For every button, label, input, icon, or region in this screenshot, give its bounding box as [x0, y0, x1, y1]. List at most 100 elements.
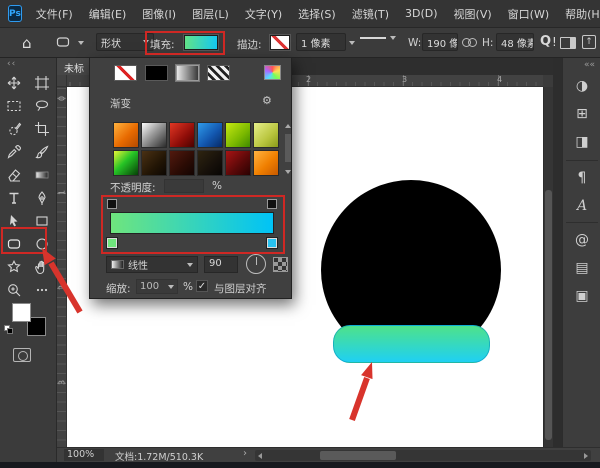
home-icon[interactable]: ⌂: [22, 34, 32, 52]
gradient-swatch[interactable]: [141, 150, 167, 176]
gradient-swatch[interactable]: [225, 122, 251, 148]
menu-select[interactable]: 选择(S): [290, 6, 344, 22]
gradient-swatch[interactable]: [197, 150, 223, 176]
color-stop-end[interactable]: [267, 238, 277, 248]
move-tool-icon[interactable]: [0, 71, 28, 94]
gradient-swatch[interactable]: [253, 150, 279, 176]
ellipse-tool-icon[interactable]: [28, 232, 56, 255]
align-with-layer-checkbox[interactable]: ✓: [196, 280, 208, 292]
angle-dial-icon[interactable]: [246, 254, 266, 274]
brush-tool-icon[interactable]: [28, 140, 56, 163]
properties-panel-icon[interactable]: ▤: [570, 256, 594, 280]
horizontal-scrollbar[interactable]: [255, 450, 591, 461]
hand-tool-icon[interactable]: [28, 255, 56, 278]
gradient-swatch[interactable]: [197, 122, 223, 148]
export-icon[interactable]: ↑: [582, 35, 596, 49]
menu-3d[interactable]: 3D(D): [397, 7, 446, 20]
menu-file[interactable]: 文件(F): [28, 6, 81, 22]
color-picker-button[interactable]: [264, 65, 281, 80]
swatch-scrollbar-thumb[interactable]: [285, 134, 291, 162]
default-colors-icon[interactable]: [4, 325, 14, 335]
gradient-swatch[interactable]: [253, 122, 279, 148]
vertical-ruler[interactable]: [57, 87, 67, 447]
menu-view[interactable]: 视图(V): [446, 6, 500, 22]
rounded-rectangle-tool-icon[interactable]: [0, 232, 28, 255]
gradient-type-dropdown[interactable]: 线性: [106, 256, 198, 273]
type-tool-icon[interactable]: [0, 186, 28, 209]
rectangle-tool-icon[interactable]: [28, 209, 56, 232]
stroke-width-caret-icon[interactable]: [349, 41, 355, 45]
menu-edit[interactable]: 编辑(E): [81, 6, 135, 22]
toolbar-collapse-icon[interactable]: ‹‹: [7, 59, 16, 69]
gear-icon[interactable]: ⚙: [262, 94, 272, 107]
quick-mask-icon[interactable]: [13, 348, 31, 362]
paragraph-panel-icon[interactable]: ¶: [570, 166, 594, 190]
frame-tool-icon[interactable]: [28, 71, 56, 94]
character-styles-panel-icon[interactable]: A: [570, 194, 594, 218]
path-select-tool-icon[interactable]: [0, 209, 28, 232]
marquee-tool-icon[interactable]: [0, 94, 28, 117]
menu-window[interactable]: 窗口(W): [500, 6, 557, 22]
gradient-swatch[interactable]: [113, 122, 139, 148]
gradient-swatch[interactable]: [225, 150, 251, 176]
opacity-stop-end[interactable]: [267, 199, 277, 209]
menu-type[interactable]: 文字(Y): [237, 6, 290, 22]
gradient-swatch[interactable]: [169, 122, 195, 148]
status-chevron-icon[interactable]: ›: [243, 448, 247, 459]
info-panel-icon[interactable]: ▣: [570, 284, 594, 308]
tool-mode-dropdown[interactable]: 形状: [96, 33, 154, 51]
horizontal-scrollbar-thumb[interactable]: [320, 451, 396, 460]
gradient-swatch[interactable]: [113, 150, 139, 176]
gradient-swatch[interactable]: [169, 150, 195, 176]
gradient-swatch[interactable]: [141, 122, 167, 148]
scroll-down-icon[interactable]: [285, 170, 291, 174]
width-field[interactable]: 190 像素: [422, 33, 458, 51]
swatch-scrollbar[interactable]: [284, 122, 292, 176]
fill-swatch[interactable]: [184, 35, 218, 50]
menu-filter[interactable]: 滤镜(T): [344, 6, 397, 22]
scroll-up-icon[interactable]: [285, 124, 291, 128]
stroke-width-field[interactable]: 1 像素: [296, 33, 346, 51]
stroke-style-dropdown[interactable]: [360, 36, 396, 40]
search-icon[interactable]: Q: [540, 34, 551, 49]
vertical-scrollbar-thumb[interactable]: [545, 190, 552, 440]
pen-tool-icon[interactable]: [28, 186, 56, 209]
libraries-panel-icon[interactable]: @: [570, 228, 594, 252]
dock-collapse-icon[interactable]: ««: [584, 60, 595, 70]
menu-layer[interactable]: 图层(L): [184, 6, 237, 22]
gradient-editor-bar[interactable]: [110, 212, 274, 234]
eyedropper-tool-icon[interactable]: [0, 140, 28, 163]
tool-preset-caret-icon[interactable]: [78, 41, 84, 45]
fill-solid-button[interactable]: [145, 65, 168, 81]
gradients-panel-icon[interactable]: ◨: [570, 130, 594, 154]
zoom-level-field[interactable]: 100%: [64, 449, 104, 461]
menu-help[interactable]: 帮助(H): [557, 6, 600, 22]
tool-preset-icon[interactable]: [55, 34, 71, 50]
vertical-scrollbar[interactable]: [543, 87, 553, 447]
scroll-right-icon[interactable]: [584, 453, 588, 459]
color-panel-icon[interactable]: ◑: [570, 74, 594, 98]
swatches-panel-icon[interactable]: ⊞: [570, 102, 594, 126]
fill-none-button[interactable]: [114, 65, 137, 81]
stroke-swatch[interactable]: [270, 35, 290, 50]
height-field[interactable]: 48 像素: [496, 33, 534, 51]
quick-selection-tool-icon[interactable]: [0, 117, 28, 140]
fill-pattern-button[interactable]: [207, 65, 230, 81]
foreground-color-swatch[interactable]: [12, 303, 31, 322]
lasso-tool-icon[interactable]: [28, 94, 56, 117]
menu-image[interactable]: 图像(I): [134, 6, 184, 22]
gradient-angle-field[interactable]: 90: [204, 256, 238, 273]
custom-shape-tool-icon[interactable]: [0, 255, 28, 278]
eraser-tool-icon[interactable]: [0, 163, 28, 186]
dither-icon[interactable]: [273, 257, 288, 272]
opacity-field[interactable]: [164, 179, 204, 193]
fill-gradient-button[interactable]: [176, 65, 199, 81]
link-dimensions-icon[interactable]: [462, 38, 477, 47]
color-stop-start[interactable]: [107, 238, 117, 248]
scroll-left-icon[interactable]: [258, 453, 262, 459]
gradient-rounded-rect-shape[interactable]: [333, 325, 490, 363]
crop-tool-icon[interactable]: [28, 117, 56, 140]
zoom-tool-icon[interactable]: [0, 278, 28, 301]
scale-field[interactable]: 100: [136, 279, 178, 294]
more-tools-icon[interactable]: [28, 278, 56, 301]
